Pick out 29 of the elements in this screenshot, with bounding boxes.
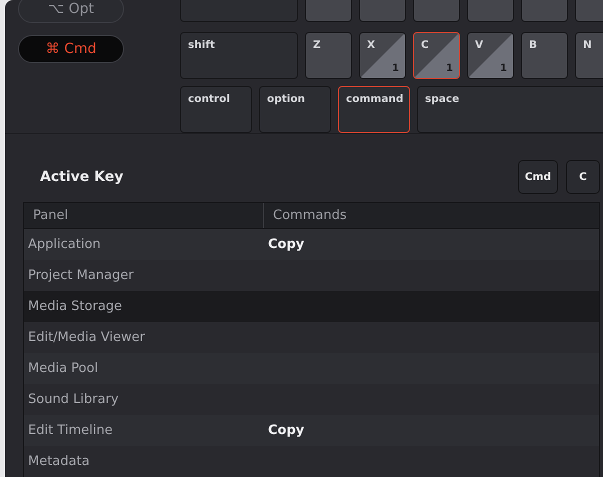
active-key-button[interactable]: Cmd (518, 160, 558, 194)
keyboard-key[interactable]: C 1 (413, 32, 460, 79)
table-cell-text: Edit/Media Viewer (27, 330, 146, 345)
table-cell-text: Project Manager (27, 268, 135, 283)
modifier-button[interactable]: ⌥ Opt (18, 0, 124, 23)
table-row[interactable]: Media Storage (24, 291, 599, 322)
table-cell: Copy (268, 423, 304, 438)
keyboard-key[interactable]: shift (180, 32, 298, 79)
keyboard-key[interactable]: V 1 (467, 32, 514, 79)
keyboard-key[interactable]: option (259, 86, 331, 133)
column-header[interactable]: Commands (263, 203, 599, 228)
table-cell-text: Sound Library (27, 392, 120, 407)
keyboard-key[interactable]: command (338, 86, 410, 133)
section-title: Active Key (40, 169, 124, 185)
keyboard-key[interactable]: space (417, 86, 603, 133)
modifier-button[interactable]: ⌘ Cmd (18, 35, 124, 63)
table-cell: Copy (268, 237, 304, 252)
keyboard-key[interactable]: B (521, 32, 568, 79)
keyboard-key[interactable]: control (180, 86, 252, 133)
column-header[interactable]: Panel (24, 203, 263, 228)
table-cell-text: Media Storage (27, 299, 124, 314)
active-key-button[interactable]: C (566, 160, 600, 194)
table-cell-text: Application (27, 237, 102, 252)
keyboard-key[interactable]: Z (305, 32, 352, 79)
keyboard-key[interactable]: X 1 (359, 32, 406, 79)
table-cell-text: Media Pool (27, 361, 100, 376)
keyboard-key[interactable]: N (575, 32, 603, 79)
table-cell-text: Edit Timeline (27, 423, 114, 438)
table-cell-text: Metadata (27, 454, 91, 469)
